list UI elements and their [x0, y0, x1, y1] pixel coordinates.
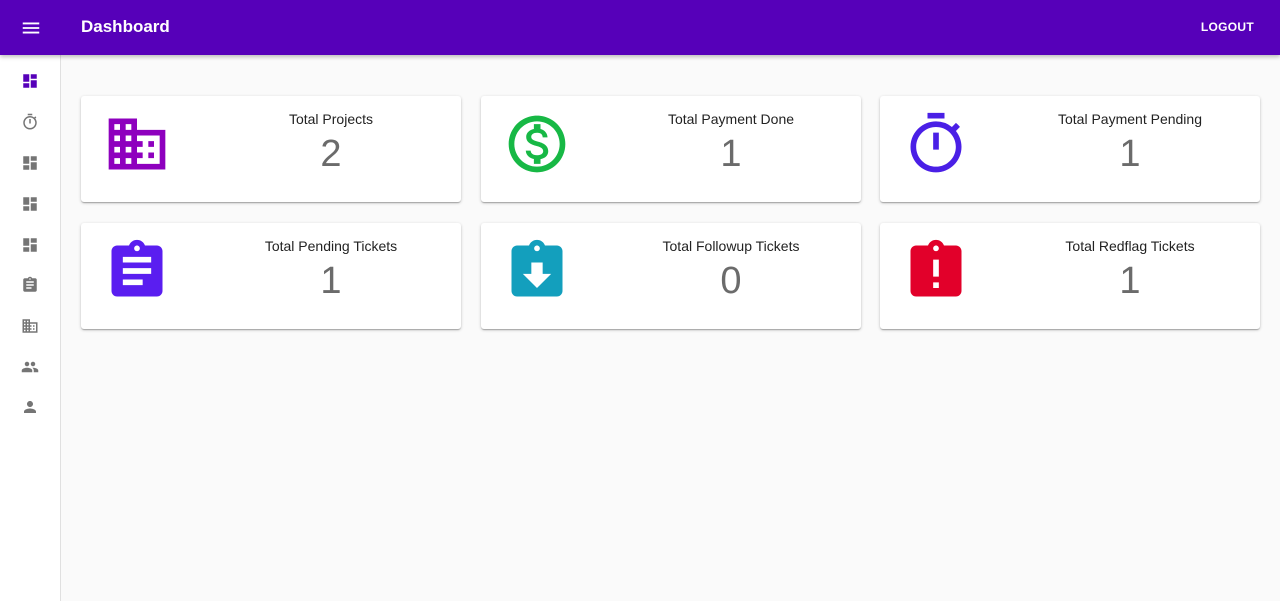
sidebar-item-dashboard-2[interactable] [0, 143, 60, 183]
card-icon [902, 110, 970, 178]
sidebar-item-tickets[interactable] [0, 265, 60, 305]
card-value: 2 [320, 133, 342, 175]
sidebar-item-dashboard-4[interactable] [0, 225, 60, 265]
logout-button[interactable]: LOGOUT [1201, 20, 1254, 35]
timer-icon [23, 113, 37, 130]
card-total-payment-pending[interactable]: Total Payment Pending 1 [880, 96, 1260, 202]
card-total-pending-tickets[interactable]: Total Pending Tickets 1 [81, 223, 461, 329]
sidebar-item-profile[interactable] [0, 387, 60, 427]
card-icon [902, 237, 970, 305]
card-value: 1 [1119, 260, 1141, 302]
card-label: Total Projects [288, 111, 374, 127]
card-total-payment-done[interactable]: Total Payment Done 1 [481, 96, 861, 202]
page-title: Dashboard [81, 17, 170, 36]
card-value: 1 [1119, 133, 1141, 175]
card-icon [503, 237, 571, 305]
sidebar-item-users[interactable] [0, 347, 60, 387]
people-icon [21, 361, 39, 373]
assignment-returned-icon [511, 239, 563, 297]
assignment-late-icon [910, 239, 962, 297]
assignment-icon [23, 276, 37, 292]
card-icon [103, 237, 171, 305]
sidebar-item-projects[interactable] [0, 306, 60, 346]
dashboard-icon [23, 197, 37, 211]
card-label: Total Payment Done [667, 111, 795, 127]
person-icon [24, 401, 36, 413]
dashboard-icon [23, 74, 37, 88]
sidebar-item-dashboard[interactable] [0, 61, 60, 101]
sidebar-item-timer[interactable] [0, 102, 60, 142]
card-icon [503, 110, 571, 178]
card-value: 0 [720, 260, 742, 302]
card-label: Total Redflag Tickets [1065, 238, 1195, 254]
menu-button[interactable] [20, 17, 42, 39]
card-total-redflag-tickets[interactable]: Total Redflag Tickets 1 [880, 223, 1260, 329]
sidebar-item-dashboard-3[interactable] [0, 184, 60, 224]
card-total-followup-tickets[interactable]: Total Followup Tickets 0 [481, 223, 861, 329]
card-value: 1 [320, 260, 342, 302]
dashboard-icon [23, 238, 37, 252]
app-bar: Dashboard LOGOUT [0, 0, 1280, 55]
timer-icon [910, 112, 962, 173]
card-label: Total Payment Pending [1058, 111, 1202, 127]
assignment-icon [111, 239, 163, 297]
sidebar [0, 55, 61, 601]
monetization-icon [508, 115, 566, 173]
dashboard-icon [23, 156, 37, 170]
card-icon [103, 110, 171, 178]
card-label: Total Pending Tickets [264, 238, 398, 254]
card-value: 1 [720, 133, 742, 175]
menu-icon [22, 22, 40, 34]
business-icon [108, 118, 166, 170]
card-total-projects[interactable]: Total Projects 2 [81, 96, 461, 202]
business-icon [22, 319, 38, 333]
card-label: Total Followup Tickets [662, 238, 800, 254]
